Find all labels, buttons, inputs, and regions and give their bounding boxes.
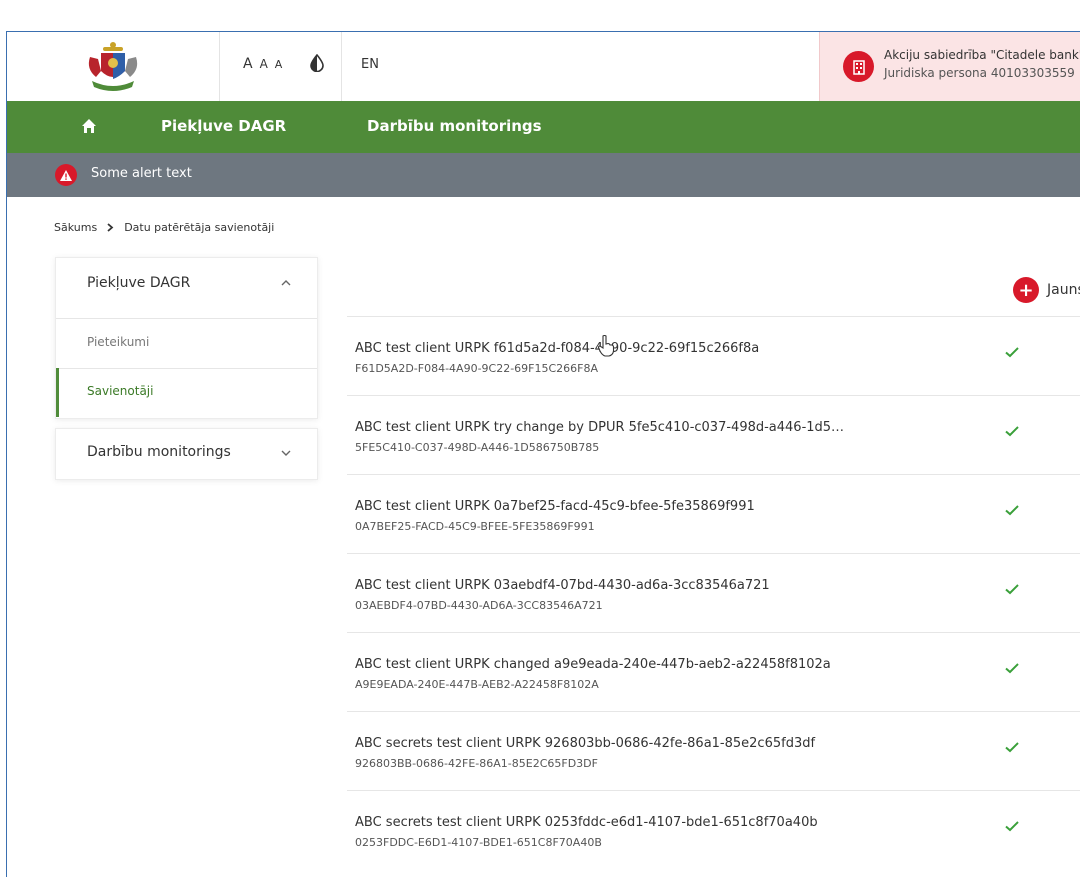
account-panel[interactable]: Akciju sabiedrība "Citadele bank" Juridi…: [819, 32, 1080, 101]
nav-item-piekluve-dagr[interactable]: Piekļuve DAGR: [161, 117, 286, 135]
top-header: A A A EN Akciju sabiedrība "Citadele ban…: [7, 32, 1080, 101]
font-size-small[interactable]: A: [275, 58, 283, 71]
connector-id: 5FE5C410-C037-498D-A446-1D586750B785: [355, 441, 600, 454]
chevron-down-icon: [281, 450, 291, 456]
connector-title[interactable]: ABC secrets test client URPK 926803bb-06…: [355, 736, 815, 751]
building-icon: [843, 51, 874, 82]
alert-bar: Some alert text: [7, 153, 1080, 197]
new-connector-button[interactable]: + Jauns: [1013, 277, 1080, 303]
sidebar-item-pieteikumi[interactable]: Pieteikumi: [56, 319, 317, 369]
chevron-up-icon: [281, 280, 291, 286]
coat-of-arms-logo[interactable]: [84, 41, 142, 93]
sidebar-group-label: Piekļuve DAGR: [87, 275, 191, 291]
sidebar-item-label: Pieteikumi: [87, 335, 150, 349]
connector-title[interactable]: ABC test client URPK f61d5a2d-f084-4a90-…: [355, 341, 759, 356]
sidebar-group-piekluve: Piekļuve DAGR Pieteikumi Savienotāji: [55, 257, 318, 419]
check-icon: [1005, 426, 1019, 437]
check-icon: [1005, 584, 1019, 595]
sidebar-item-label: Savienotāji: [87, 384, 154, 398]
hand-cursor-icon: [597, 335, 615, 357]
alert-text: Some alert text: [91, 166, 192, 181]
font-size-medium[interactable]: A: [260, 57, 268, 71]
sidebar-group-header[interactable]: Piekļuve DAGR: [56, 258, 317, 319]
breadcrumb-current: Datu patērētāja savienotāji: [124, 221, 275, 234]
check-icon: [1005, 742, 1019, 753]
connector-title[interactable]: ABC secrets test client URPK 0253fddc-e6…: [355, 815, 818, 830]
main-nav: Piekļuve DAGR Darbību monitorings: [7, 101, 1080, 153]
account-id: Juridiska persona 40103303559: [884, 66, 1075, 80]
connector-title[interactable]: ABC test client URPK try change by DPUR …: [355, 420, 844, 435]
font-size-controls: A A A: [243, 56, 282, 72]
warning-icon: [55, 164, 77, 186]
list-item[interactable]: ABC test client URPK 03aebdf4-07bd-4430-…: [347, 553, 1080, 632]
logo-cell: [7, 32, 220, 101]
sidebar-item-savienotaji[interactable]: Savienotāji: [56, 368, 320, 417]
list-item[interactable]: ABC test client URPK changed a9e9eada-24…: [347, 632, 1080, 711]
app-window: A A A EN Akciju sabiedrība "Citadele ban…: [6, 31, 1080, 877]
nav-item-darbibu-monitorings[interactable]: Darbību monitorings: [367, 117, 542, 135]
language-switch[interactable]: EN: [361, 57, 379, 72]
plus-icon: +: [1013, 277, 1039, 303]
font-size-large[interactable]: A: [243, 56, 253, 72]
breadcrumb-home[interactable]: Sākums: [54, 221, 97, 234]
connector-id: 03AEBDF4-07BD-4430-AD6A-3CC83546A721: [355, 599, 603, 612]
connector-id: 0253FDDC-E6D1-4107-BDE1-651C8F70A40B: [355, 836, 602, 849]
home-icon[interactable]: [81, 118, 97, 134]
connector-title[interactable]: ABC test client URPK changed a9e9eada-24…: [355, 657, 831, 672]
connector-id: 0A7BEF25-FACD-45C9-BFEE-5FE35869F991: [355, 520, 595, 533]
connector-title[interactable]: ABC test client URPK 03aebdf4-07bd-4430-…: [355, 578, 770, 593]
account-name: Akciju sabiedrība "Citadele bank": [884, 48, 1080, 62]
sidebar-group-label: Darbību monitorings: [87, 444, 231, 460]
connector-list: ABC test client URPK f61d5a2d-f084-4a90-…: [347, 316, 1080, 869]
connector-id: A9E9EADA-240E-447B-AEB2-A22458F8102A: [355, 678, 599, 691]
check-icon: [1005, 821, 1019, 832]
list-item[interactable]: ABC secrets test client URPK 0253fddc-e6…: [347, 790, 1080, 869]
sidebar-group-monitorings[interactable]: Darbību monitorings: [55, 428, 318, 480]
new-button-label: Jauns: [1047, 282, 1080, 298]
connector-id: 926803BB-0686-42FE-86A1-85E2C65FD3DF: [355, 757, 598, 770]
accessibility-cell: A A A: [219, 32, 342, 101]
check-icon: [1005, 505, 1019, 516]
connector-title[interactable]: ABC test client URPK 0a7bef25-facd-45c9-…: [355, 499, 755, 514]
list-item[interactable]: ABC test client URPK try change by DPUR …: [347, 395, 1080, 474]
list-item[interactable]: ABC secrets test client URPK 926803bb-06…: [347, 711, 1080, 790]
check-icon: [1005, 347, 1019, 358]
list-item[interactable]: ABC test client URPK f61d5a2d-f084-4a90-…: [347, 316, 1080, 395]
chevron-right-icon: [107, 223, 114, 232]
contrast-icon[interactable]: [309, 54, 325, 72]
check-icon: [1005, 663, 1019, 674]
list-item[interactable]: ABC test client URPK 0a7bef25-facd-45c9-…: [347, 474, 1080, 553]
connector-id: F61D5A2D-F084-4A90-9C22-69F15C266F8A: [355, 362, 599, 375]
breadcrumb: Sākums Datu patērētāja savienotāji: [54, 221, 274, 234]
